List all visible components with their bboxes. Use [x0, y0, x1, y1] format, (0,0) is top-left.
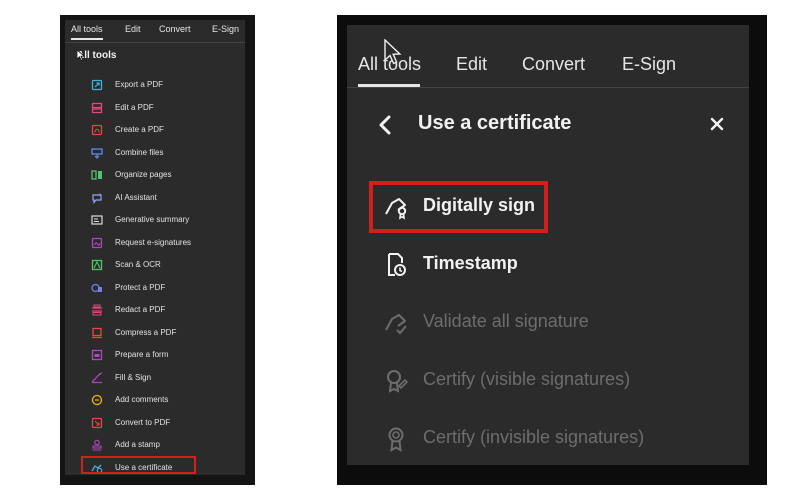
- scan-ocr-icon: [91, 259, 103, 271]
- prepare-form-icon: [91, 349, 103, 361]
- tool-item-label: Combine files: [115, 147, 164, 157]
- tool-item-edit-a-pdf[interactable]: Edit a PDF: [81, 100, 231, 118]
- tool-item-convert-to-pdf[interactable]: Convert to PDF: [81, 415, 231, 433]
- convert-to-pdf-icon: [91, 417, 103, 428]
- mouse-cursor-icon: [77, 50, 85, 61]
- tool-item-label: Organize pages: [115, 170, 172, 179]
- tool-item-create-a-pdf[interactable]: Create a PDF: [81, 122, 231, 140]
- use-certificate-highlight-box: [81, 456, 196, 474]
- create-pdf-icon: [91, 124, 103, 136]
- tool-item-protect-a-pdf[interactable]: Protect a PDF: [81, 280, 231, 298]
- tool-item-label: Redact a PDF: [115, 305, 166, 314]
- tool-item-add-comments[interactable]: Add comments: [81, 392, 231, 410]
- tool-item-label: Edit a PDF: [115, 102, 154, 112]
- protect-pdf-icon: [91, 283, 102, 292]
- tool-item-request-e-signatures[interactable]: Request e-signatures: [81, 235, 231, 253]
- organize-pages-icon: [91, 170, 102, 180]
- option-label: Certify (invisible signatures): [423, 427, 645, 447]
- tool-item-label: Protect a PDF: [115, 282, 166, 292]
- certify-visible-icon: [387, 370, 409, 393]
- tool-item-label: Generative summary: [115, 215, 190, 224]
- left-tab-convert[interactable]: Convert: [159, 24, 191, 34]
- option-validate-all-signature: Validate all signature: [383, 305, 723, 341]
- tool-item-label: Create a PDF: [115, 125, 164, 134]
- certify-invisible-icon: [388, 427, 404, 452]
- left-tab-esign[interactable]: E-Sign: [212, 24, 239, 34]
- option-certify-visible-signatures: Certify (visible signatures): [383, 363, 723, 399]
- redact-pdf-icon: [92, 304, 102, 316]
- ai-assistant-icon: [92, 192, 102, 204]
- option-label: Certify (visible signatures): [423, 369, 631, 389]
- tool-item-label: Add comments: [115, 395, 169, 404]
- tool-item-export-a-pdf[interactable]: Export a PDF: [81, 77, 231, 95]
- tool-item-combine-files[interactable]: Combine files: [81, 145, 231, 163]
- tool-item-label: AI Assistant: [115, 192, 157, 202]
- export-pdf-icon: [91, 79, 103, 91]
- panel-title: Use a certificate: [418, 112, 572, 134]
- close-icon[interactable]: [709, 116, 725, 132]
- request-esignatures-icon: [91, 237, 103, 248]
- tool-item-label: Request e-signatures: [115, 237, 192, 247]
- tool-item-fill-sign[interactable]: Fill & Sign: [81, 370, 231, 388]
- tool-item-label: Export a PDF: [115, 80, 164, 89]
- tool-item-label: Scan & OCR: [115, 260, 161, 269]
- tool-item-label: Compress a PDF: [115, 327, 177, 337]
- tool-item-label: Convert to PDF: [115, 417, 171, 427]
- generative-summary-icon: [91, 215, 103, 225]
- tool-item-generative-summary[interactable]: Generative summary: [81, 212, 231, 230]
- tool-item-label: Prepare a form: [115, 350, 169, 359]
- option-timestamp[interactable]: Timestamp: [383, 247, 723, 283]
- option-certify-invisible-signatures: Certify (invisible signatures): [383, 421, 723, 457]
- left-tab-all-tools[interactable]: All tools: [71, 24, 103, 40]
- tool-item-compress-a-pdf[interactable]: Compress a PDF: [81, 325, 231, 343]
- mouse-cursor-icon: [384, 39, 402, 65]
- left-panel-frame: All tools Edit Convert E-Sign All tools …: [60, 15, 255, 485]
- tool-item-label: Add a stamp: [115, 440, 160, 449]
- tool-item-prepare-a-form[interactable]: Prepare a form: [81, 347, 231, 365]
- digitally-sign-highlight-box: [369, 181, 548, 233]
- left-tab-edit[interactable]: Edit: [125, 24, 141, 34]
- tab-edit[interactable]: Edit: [456, 54, 487, 75]
- right-panel-frame: All tools Edit Convert E-Sign Use a cert…: [337, 15, 767, 485]
- edit-pdf-icon: [91, 102, 103, 113]
- tool-item-add-a-stamp[interactable]: Add a stamp: [81, 437, 231, 455]
- chevron-left-icon[interactable]: [374, 113, 398, 137]
- tool-item-scan-ocr[interactable]: Scan & OCR: [81, 257, 231, 275]
- tool-item-label: Fill & Sign: [115, 372, 152, 382]
- use-certificate-panel: All tools Edit Convert E-Sign Use a cert…: [347, 25, 749, 465]
- tool-item-organize-pages[interactable]: Organize pages: [81, 167, 231, 185]
- compress-pdf-icon: [92, 327, 102, 338]
- tool-item-redact-a-pdf[interactable]: Redact a PDF: [81, 302, 231, 320]
- validate-signature-icon: [385, 314, 407, 335]
- tool-item-ai-assistant[interactable]: AI Assistant: [81, 190, 231, 208]
- combine-files-icon: [91, 147, 103, 159]
- tab-convert[interactable]: Convert: [522, 54, 585, 75]
- add-stamp-icon: [92, 439, 102, 451]
- add-comments-icon: [91, 394, 103, 406]
- option-label: Timestamp: [423, 253, 518, 273]
- option-label: Validate all signature: [423, 311, 589, 331]
- timestamp-icon: [388, 253, 406, 276]
- fill-sign-icon: [91, 371, 103, 383]
- tab-esign[interactable]: E-Sign: [622, 54, 676, 75]
- all-tools-panel: All tools Edit Convert E-Sign All tools …: [65, 20, 245, 475]
- left-tab-bar: All tools Edit Convert E-Sign: [65, 20, 245, 43]
- tab-divider: [347, 87, 749, 88]
